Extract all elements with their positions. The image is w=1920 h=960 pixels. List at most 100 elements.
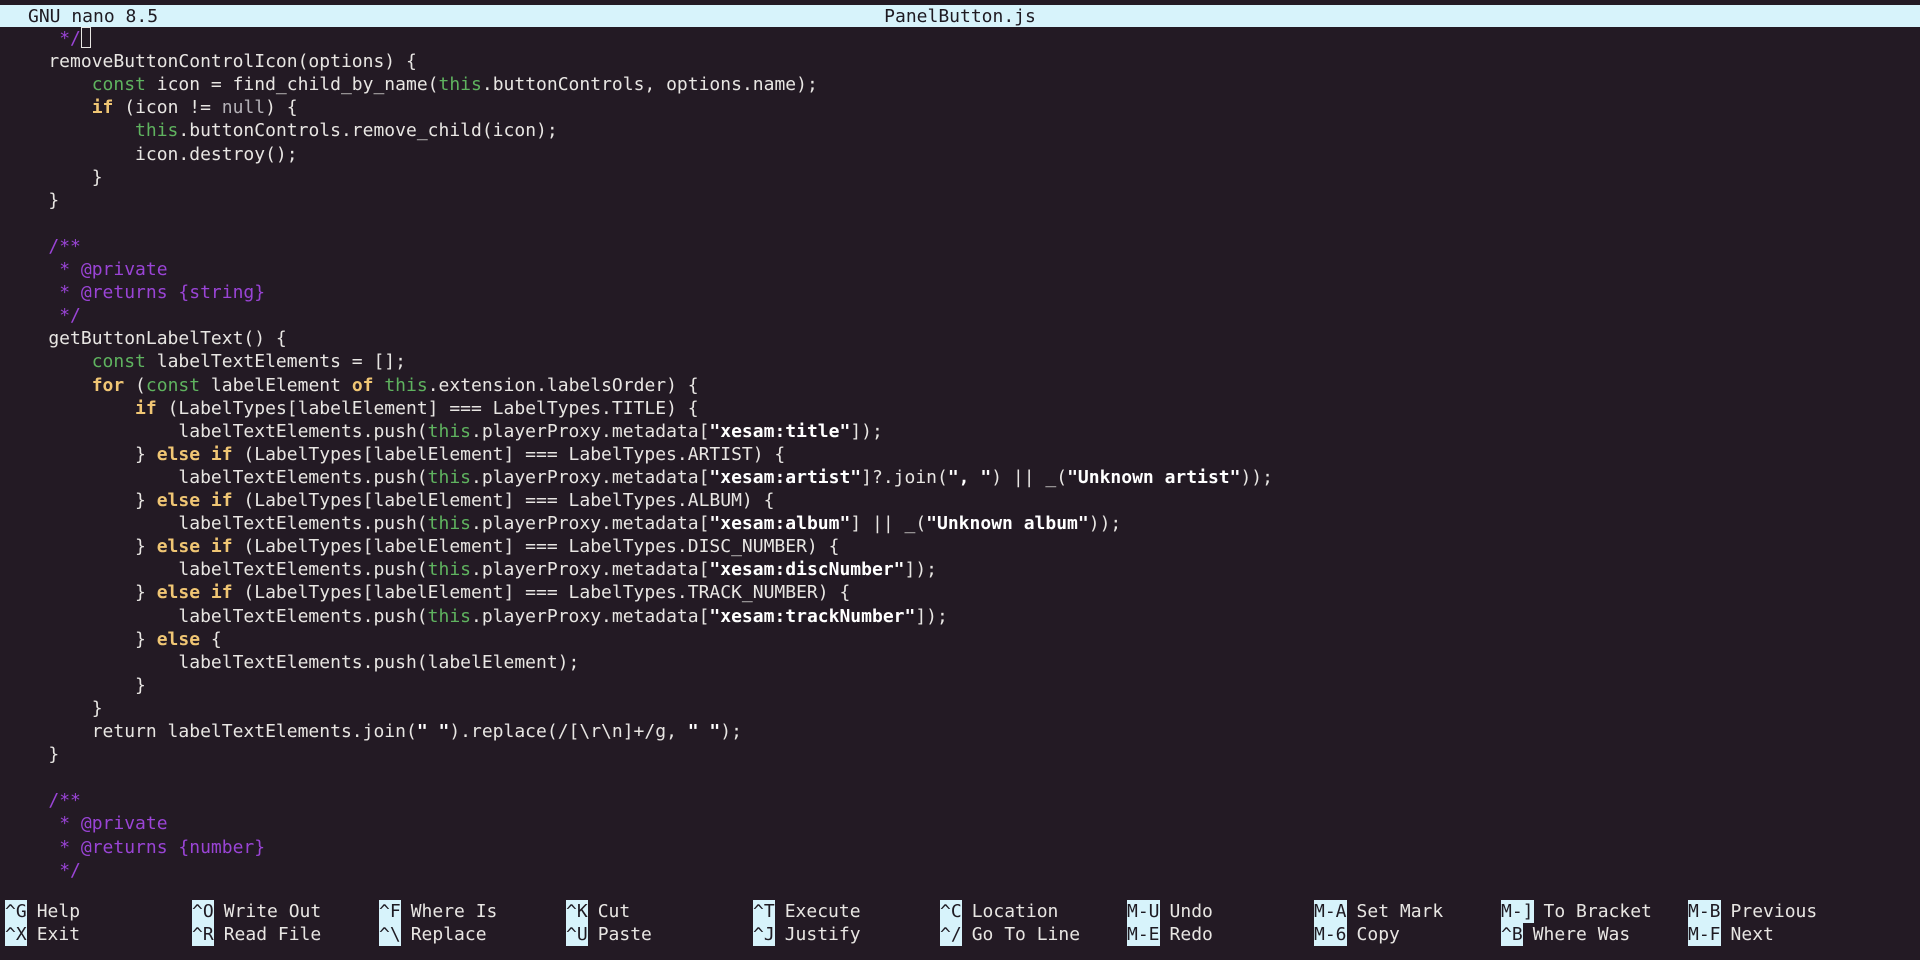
code-token: labelTextElements.push( (5, 559, 428, 581)
code-line[interactable]: return labelTextElements.join(" ").repla… (5, 720, 742, 743)
code-line[interactable]: labelTextElements.push(this.playerProxy.… (5, 420, 882, 443)
code-line[interactable]: } (5, 743, 59, 766)
shortcut-set-mark[interactable]: M-A Set Mark (1314, 900, 1443, 923)
shortcut-key: ^B (1501, 923, 1523, 946)
shortcut-to-bracket[interactable]: M-] To Bracket (1501, 900, 1652, 923)
code-line[interactable]: /** (5, 235, 81, 258)
code-line[interactable]: } (5, 166, 103, 189)
shortcut-key: M-6 (1314, 923, 1347, 946)
shortcut-next[interactable]: M-F Next (1688, 923, 1774, 946)
shortcut-paste[interactable]: ^U Paste (566, 923, 652, 946)
code-token: } (5, 536, 157, 558)
shortcut-key: ^R (192, 923, 214, 946)
shortcut-label: Where Was (1532, 924, 1631, 945)
code-line[interactable]: const icon = find_child_by_name(this.but… (5, 73, 818, 96)
shortcut-go-to-line[interactable]: ^/ Go To Line (940, 923, 1080, 946)
code-token: .playerProxy.metadata[ (471, 466, 710, 488)
code-line[interactable]: } (5, 189, 59, 212)
shortcut-previous[interactable]: M-B Previous (1688, 900, 1817, 923)
shortcut-undo[interactable]: M-U Undo (1127, 900, 1213, 923)
code-token: labelElement (200, 374, 352, 396)
shortcut-key: M-B (1688, 900, 1721, 923)
code-token: this (427, 466, 471, 488)
code-line[interactable]: labelTextElements.push(this.playerProxy.… (5, 605, 948, 628)
shortcut-label: Justify (784, 924, 861, 945)
code-token: removeButtonControlIcon(options) { (5, 51, 417, 73)
code-token: } (5, 582, 157, 604)
shortcut-redo[interactable]: M-E Redo (1127, 923, 1213, 946)
code-token: icon = find_child_by_name( (145, 74, 439, 96)
shortcut-write-out[interactable]: ^O Write Out (192, 900, 321, 923)
shortcut-location[interactable]: ^C Location (940, 900, 1058, 923)
shortcut-justify[interactable]: ^J Justify (753, 923, 861, 946)
code-line[interactable]: } else if (LabelTypes[labelElement] === … (5, 535, 839, 558)
code-line[interactable]: labelTextElements.push(this.playerProxy.… (5, 512, 1121, 535)
code-line[interactable]: } (5, 697, 103, 720)
shortcut-read-file[interactable]: ^R Read File (192, 923, 321, 946)
code-token: const (91, 351, 146, 373)
code-line[interactable]: } (5, 674, 146, 697)
code-line[interactable]: for (const labelElement of this.extensio… (5, 374, 699, 397)
shortcut-where-was[interactable]: ^B Where Was (1501, 923, 1630, 946)
code-token: ).replace(/[\r\n]+/g, (449, 721, 688, 742)
code-line[interactable]: */ (5, 27, 91, 50)
shortcut-label: Set Mark (1356, 901, 1444, 922)
code-line[interactable]: } else if (LabelTypes[labelElement] === … (5, 489, 774, 512)
code-line[interactable]: removeButtonControlIcon(options) { (5, 50, 417, 73)
code-line[interactable]: getButtonLabelText() { (5, 327, 286, 350)
shortcut-copy[interactable]: M-6 Copy (1314, 923, 1400, 946)
code-line[interactable]: * @returns {string} (5, 281, 265, 304)
code-token: } (5, 697, 103, 719)
shortcut-label: Exit (36, 924, 81, 945)
code-line[interactable]: * @private (5, 812, 167, 835)
code-line[interactable]: */ (5, 859, 81, 882)
code-line[interactable]: labelTextElements.push(this.playerProxy.… (5, 558, 937, 581)
shortcut-cut[interactable]: ^K Cut (566, 900, 630, 923)
shortcut-label: Help (36, 901, 81, 922)
shortcut-label: Previous (1730, 901, 1818, 922)
shortcut-help[interactable]: ^G Help (5, 900, 80, 923)
code-token: ]); (915, 605, 948, 627)
code-token: */ (59, 28, 81, 49)
code-line[interactable]: } else if (LabelTypes[labelElement] === … (5, 581, 850, 604)
code-line[interactable]: labelTextElements.push(this.playerProxy.… (5, 466, 1273, 489)
code-line[interactable]: labelTextElements.push(labelElement); (5, 651, 579, 674)
shortcut-exit[interactable]: ^X Exit (5, 923, 80, 946)
code-line[interactable]: */ (5, 304, 81, 327)
shortcut-execute[interactable]: ^T Execute (753, 900, 861, 923)
code-token: "xesam:artist" (709, 466, 862, 488)
shortcut-label: Where Is (410, 901, 498, 922)
code-line[interactable]: } else if (LabelTypes[labelElement] === … (5, 443, 785, 466)
code-line[interactable]: if (icon != null) { (5, 96, 298, 119)
code-line[interactable]: icon.destroy(); (5, 143, 298, 166)
code-token: else if (156, 536, 233, 558)
code-line[interactable]: const labelTextElements = []; (5, 350, 406, 373)
code-token: .playerProxy.metadata[ (471, 420, 710, 442)
code-token: this (427, 559, 471, 581)
code-token: .playerProxy.metadata[ (471, 605, 710, 627)
code-line[interactable]: this.buttonControls.remove_child(icon); (5, 119, 558, 142)
shortcut-where-is[interactable]: ^F Where Is (379, 900, 497, 923)
code-token: } (5, 744, 60, 766)
code-line[interactable]: * @returns {number} (5, 836, 265, 859)
code-line[interactable]: * @private (5, 258, 167, 281)
shortcut-replace[interactable]: ^\ Replace (379, 923, 487, 946)
code-token: "xesam:discNumber" (709, 559, 905, 581)
code-token: this (427, 605, 471, 627)
code-token: if (91, 97, 114, 119)
code-token: .buttonControls, options.name); (481, 74, 818, 96)
code-editor[interactable]: */ removeButtonControlIcon(options) { co… (0, 27, 1920, 881)
code-line[interactable]: /** (5, 789, 81, 812)
code-line[interactable]: } else { (5, 628, 222, 651)
code-token: ", " (947, 466, 992, 488)
code-token: (LabelTypes[labelElement] === LabelTypes… (232, 582, 851, 604)
code-token: "xesam:album" (709, 513, 851, 535)
code-token: labelTextElements.push( (5, 513, 428, 535)
code-token: null (221, 97, 266, 119)
code-line[interactable]: if (LabelTypes[labelElement] === LabelTy… (5, 397, 699, 420)
code-token: .playerProxy.metadata[ (471, 513, 710, 535)
